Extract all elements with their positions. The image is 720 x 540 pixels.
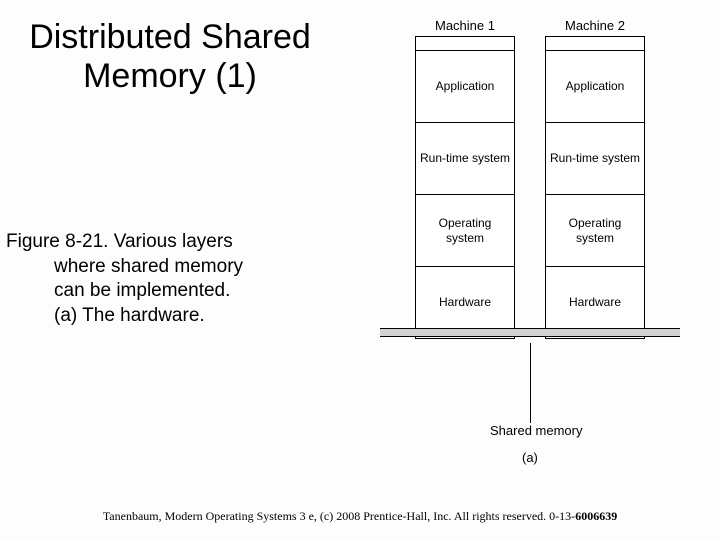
caption-line: (a) The hardware. [6,304,336,329]
layer-stack: Application Run-time system Operating sy… [545,36,645,339]
caption-line: where shared memory [6,255,336,280]
leader-line [530,343,531,423]
figure-caption: Figure 8-21. Various layers where shared… [6,230,336,329]
layer-application: Application [546,51,644,123]
layer-application: Application [416,51,514,123]
layer-stack: Application Run-time system Operating sy… [415,36,515,339]
machine-label: Machine 1 [435,18,495,33]
shared-memory-label: Shared memory [490,423,582,438]
machine-column: Machine 1 Application Run-time system Op… [410,18,520,339]
shared-memory-band [380,328,680,337]
footer-isbn: 6006639 [575,509,617,523]
machine-column: Machine 2 Application Run-time system Op… [540,18,650,339]
footer-copyright: Tanenbaum, Modern Operating Systems 3 e,… [0,509,720,524]
caption-line: Figure 8-21. Various layers [6,231,233,252]
layer-os: Operating system [416,195,514,267]
diagram: Machine 1 Application Run-time system Op… [380,18,680,339]
layer-runtime: Run-time system [546,123,644,195]
caption-line: can be implemented. [6,279,336,304]
layer-spacer [546,37,644,51]
layer-runtime: Run-time system [416,123,514,195]
layer-os: Operating system [546,195,644,267]
footer-text: Tanenbaum, Modern Operating Systems 3 e,… [103,509,575,523]
subfigure-label: (a) [522,450,538,465]
slide-title: Distributed Shared Memory (1) [10,18,330,96]
layer-spacer [416,37,514,51]
machine-label: Machine 2 [565,18,625,33]
